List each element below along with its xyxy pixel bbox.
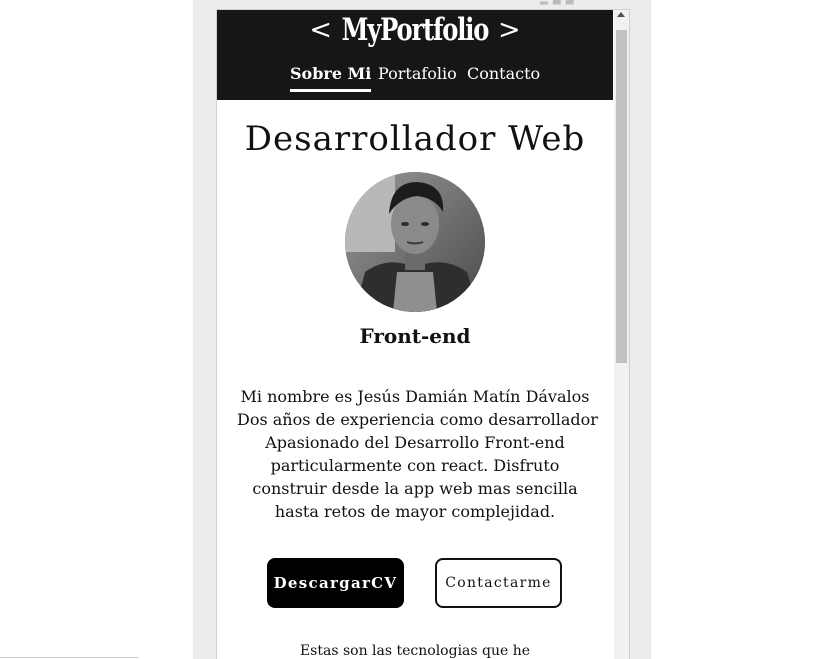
role-label: Front-end xyxy=(359,324,471,348)
site-header: < MyPortfolio > Sobre Mi Portafolio Cont… xyxy=(217,10,613,100)
bio-line: construir desde la app web mas sencilla xyxy=(252,479,578,498)
bio-line: Apasionado del Desarrollo Front-end xyxy=(265,433,565,452)
page-content: < MyPortfolio > Sobre Mi Portafolio Cont… xyxy=(217,10,613,659)
status-bar-icons: ▂ ▄ ▆ xyxy=(540,0,574,5)
vertical-scrollbar[interactable] xyxy=(614,10,629,659)
technologies-intro-text: Estas son las tecnologias que he xyxy=(299,643,531,659)
logo-left-bracket: < xyxy=(309,14,332,46)
site-logo[interactable]: < MyPortfolio > xyxy=(217,12,613,48)
logo-right-bracket: > xyxy=(498,14,521,46)
bio-line: hasta retos de mayor complejidad. xyxy=(274,502,556,521)
page-title: Desarrollador Web xyxy=(244,119,586,159)
logo-brand-text: MyPortfolio xyxy=(341,12,490,48)
profile-photo xyxy=(345,172,485,312)
bio-line: Mi nombre es Jesús Damián Matín Dávalos xyxy=(240,387,590,406)
bio-line: particularmente con react. Disfruto xyxy=(270,456,560,475)
scroll-up-arrow-icon[interactable] xyxy=(617,12,625,17)
nav-item-contacto[interactable]: Contacto xyxy=(467,64,540,83)
bio-text: Mi nombre es Jesús Damián Matín Dávalos … xyxy=(237,385,598,523)
download-cv-button[interactable]: DescargarCV xyxy=(267,558,404,608)
nav-item-portafolio[interactable]: Portafolio xyxy=(378,64,457,83)
nav-item-sobre-mi[interactable]: Sobre Mi xyxy=(290,64,372,92)
scrollbar-thumb[interactable] xyxy=(616,30,627,363)
bottom-divider xyxy=(0,657,138,658)
bio-line: Dos años de experiencia como desarrollad… xyxy=(237,410,598,429)
page: ▂ ▄ ▆ < MyPortfolio > Sobre Mi Portafoli… xyxy=(0,0,828,659)
profile-photo-image xyxy=(345,172,485,312)
contact-button[interactable]: Contactarme xyxy=(435,558,562,608)
browser-viewport: < MyPortfolio > Sobre Mi Portafolio Cont… xyxy=(216,9,630,659)
